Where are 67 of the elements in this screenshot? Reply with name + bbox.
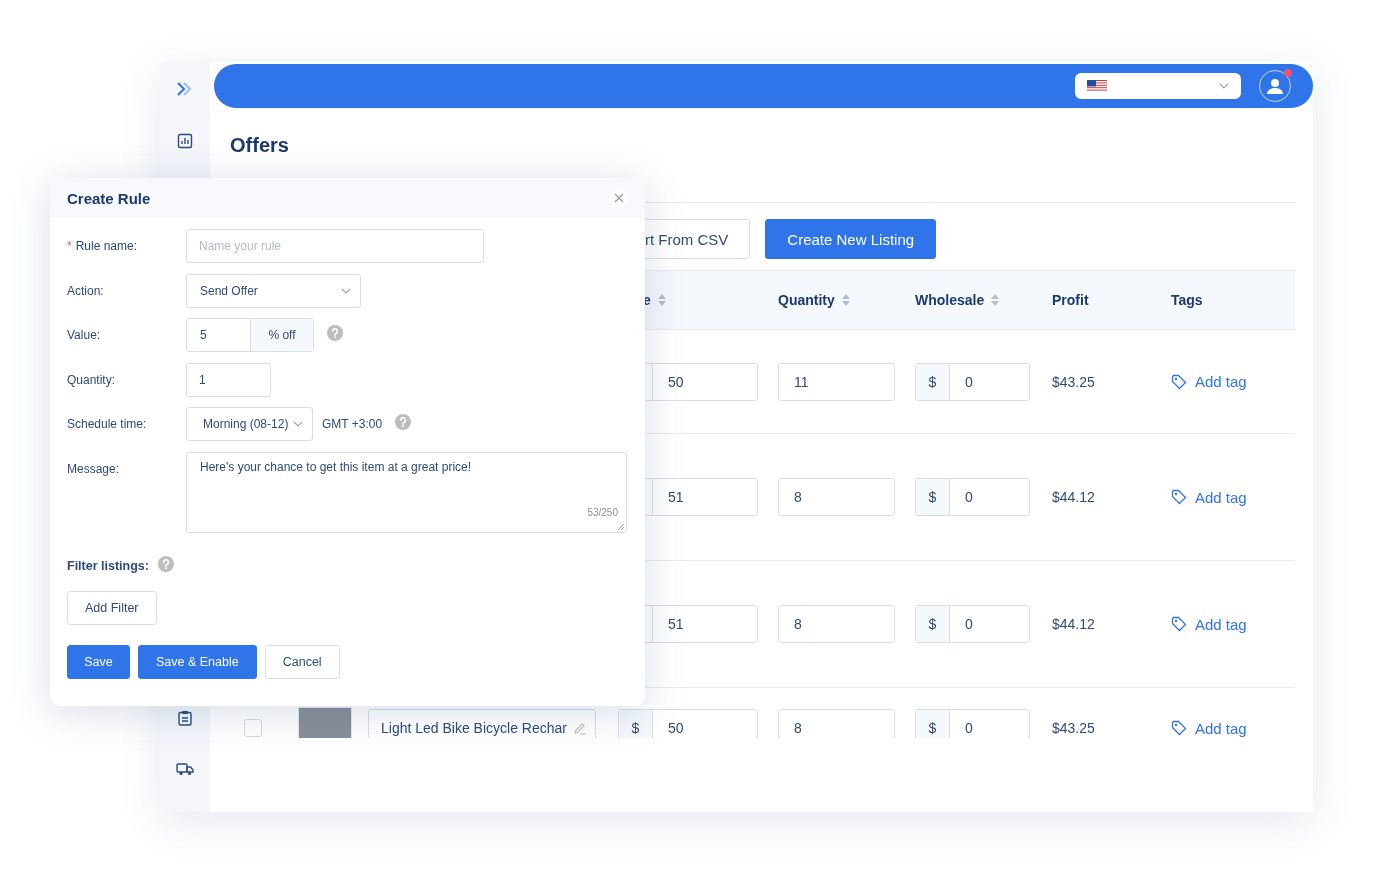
create-listing-button[interactable]: Create New Listing [765,219,937,259]
add-tag-link[interactable]: Add tag [1171,615,1247,633]
column-header: Profit [1052,292,1089,308]
field-label: Action: [67,283,105,298]
message-textarea[interactable]: Here's your chance to get this item at a great price! 53/250 [186,451,627,533]
column-header: Tags [1171,292,1203,308]
action-select[interactable]: Send Offer [186,273,361,308]
truck-icon[interactable] [176,762,194,776]
field-label: Rule name: [75,239,138,253]
add-tag-link[interactable]: Add tag [1171,373,1247,390]
clipboard-icon[interactable] [178,710,192,726]
cancel-button[interactable]: Cancel [264,644,340,679]
title-field[interactable]: Light Led Bike Bicycle Rechar [368,709,596,738]
page-title: Offers [230,134,290,158]
quantity-field[interactable]: 8 [778,605,895,643]
field-label: Message: [67,460,121,476]
quantity-input[interactable]: 1 [186,362,271,397]
field-label: Value: [67,328,102,342]
sort-icon[interactable] [990,293,1001,307]
bar-chart-icon[interactable] [177,133,193,149]
quantity-field[interactable]: 8 [778,478,895,516]
help-icon[interactable] [157,555,174,572]
tag-icon [1171,720,1187,736]
sort-icon[interactable] [840,293,851,307]
chevron-down-icon [293,421,303,427]
section-label: Filter listings: [67,558,149,573]
profit-value: $43.25 [1052,373,1095,390]
tag-icon [1171,489,1187,505]
timezone-text: GMT +3:00 [322,417,383,431]
schedule-select[interactable]: Morning (08-12) [186,407,313,441]
price-field[interactable]: $ 50 [618,709,758,738]
language-select[interactable] [1075,73,1241,99]
sort-icon[interactable] [656,293,667,307]
product-photo-placeholder [298,707,352,738]
wholesale-field[interactable]: $ 0 [915,605,1030,643]
tag-icon [1171,616,1187,632]
field-label: Schedule time: [67,417,148,431]
help-icon[interactable] [327,325,343,341]
add-filter-button[interactable]: Add Filter [67,590,157,625]
required-mark: * [67,239,72,253]
wholesale-field[interactable]: $ 0 [915,709,1030,738]
tag-icon [1171,373,1187,390]
quantity-field[interactable]: 8 [778,709,895,738]
help-icon[interactable] [395,414,412,430]
close-icon[interactable] [610,189,628,207]
rule-name-input[interactable]: Name your rule [186,229,484,263]
row-checkbox[interactable] [244,719,262,737]
resize-handle-icon[interactable] [617,522,625,531]
profit-value: $43.25 [1052,720,1095,736]
chevron-down-icon [341,287,351,294]
save-enable-button[interactable]: Save & Enable [138,644,257,679]
chevron-down-icon [1219,83,1229,89]
save-button[interactable]: Save [67,644,130,679]
add-tag-link[interactable]: Add tag [1171,488,1247,506]
pencil-icon[interactable] [573,721,587,735]
profit-value: $44.12 [1052,489,1095,505]
profit-value: $44.12 [1052,616,1095,632]
add-tag-link[interactable]: Add tag [1171,719,1247,737]
wholesale-field[interactable]: $ 0 [915,362,1030,401]
column-header: Wholesale [915,292,985,308]
flag-icon [1087,80,1107,92]
value-input[interactable]: 5 % off [186,318,314,352]
field-label: Quantity: [67,372,117,387]
quantity-field[interactable]: 11 [778,362,895,401]
wholesale-field[interactable]: $ 0 [915,478,1030,516]
dialog-title: Create Rule [67,189,151,207]
column-header: Quantity [778,292,835,308]
